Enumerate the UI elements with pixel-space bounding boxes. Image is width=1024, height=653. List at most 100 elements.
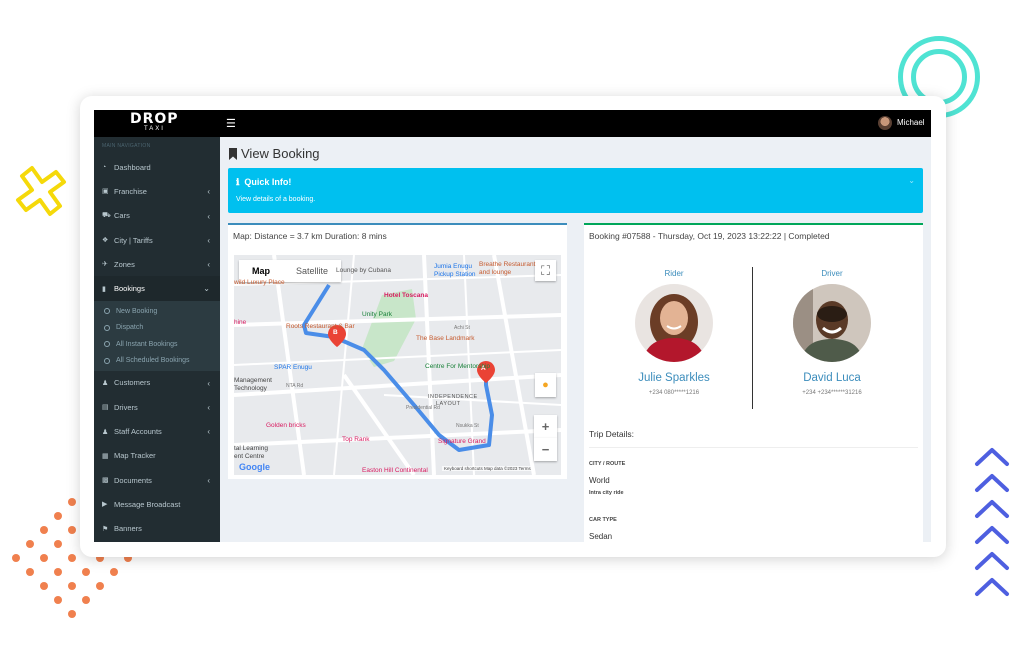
sidebar-item-message-broadcast[interactable]: ▶ Message Broadcast xyxy=(94,492,220,516)
bullhorn-icon: ▶ xyxy=(102,501,108,509)
zoom-out-button[interactable]: − xyxy=(534,438,557,461)
road-label: NTA Rd xyxy=(286,383,304,389)
sidebar-item-city-tariffs[interactable]: ❖ City | Tariffs ‹ xyxy=(94,228,220,252)
map-label: Jumia Enugu xyxy=(434,263,472,270)
user-name[interactable]: Michael xyxy=(897,118,925,127)
bookmark-icon xyxy=(229,147,237,160)
rider-card: Rider Julie Sparkles +234 080*****1216 xyxy=(604,269,744,396)
rider-role: Rider xyxy=(664,269,684,278)
chevron-down-icon: ⌄ xyxy=(203,284,210,294)
sidebar-item-documents[interactable]: ▩ Documents ‹ xyxy=(94,468,220,492)
map-icon: ▦ xyxy=(102,452,109,460)
submenu-item-dispatch[interactable]: Dispatch xyxy=(94,319,220,336)
page-title-text: View Booking xyxy=(241,146,320,161)
flag-icon: ⚑ xyxy=(102,525,109,533)
sidebar-header: MAIN NAVIGATION xyxy=(102,143,151,149)
callout-title-text: Quick Info! xyxy=(244,177,292,187)
main-content: View Booking ℹ Quick Info! View details … xyxy=(220,137,931,542)
sidebar-item-banners[interactable]: ⚑ Banners xyxy=(94,517,220,541)
chevron-left-icon: ‹ xyxy=(207,211,210,221)
submenu-item-instant-bookings[interactable]: All Instant Bookings xyxy=(94,336,220,353)
callout-title: ℹ Quick Info! xyxy=(236,177,291,188)
sidebar: MAIN NAVIGATION ◔ Dashboard ▣ Franchise … xyxy=(94,137,220,542)
briefcase-icon: ▣ xyxy=(102,188,109,196)
users-icon: ♟ xyxy=(102,379,109,387)
sidebar-item-staff-accounts[interactable]: ♟ Staff Accounts ‹ xyxy=(94,419,220,443)
sidebar-item-bookings[interactable]: ▮ Bookings ⌄ xyxy=(94,276,220,301)
folder-icon: ▩ xyxy=(102,477,109,485)
map-label: ent Centre xyxy=(234,453,265,460)
sidebar-item-franchise[interactable]: ▣ Franchise ‹ xyxy=(94,179,220,203)
user-avatar[interactable] xyxy=(878,116,892,130)
car-icon: ⛟ xyxy=(102,212,111,220)
decorative-cross-icon xyxy=(16,166,66,216)
driver-role: Driver xyxy=(821,269,843,278)
quick-info-callout: ℹ Quick Info! View details of a booking.… xyxy=(228,168,923,213)
map-label: Technology xyxy=(234,385,267,392)
chevron-left-icon: ‹ xyxy=(207,235,210,245)
marker-b-label[interactable]: B xyxy=(333,329,338,336)
stage: DROP TAXI ☰ Michael MAIN NAVIGATION ◔ Da… xyxy=(0,0,1024,653)
sidebar-item-label: Customers xyxy=(114,378,151,388)
rider-avatar xyxy=(635,284,713,362)
driver-card: Driver David Luca +234 +234******31216 xyxy=(762,269,902,396)
submenu-item-label: All Instant Bookings xyxy=(116,340,178,348)
map-label: Lounge by Cubana xyxy=(336,267,391,274)
submenu-item-label: Dispatch xyxy=(116,324,144,332)
tags-icon: ❖ xyxy=(102,237,109,245)
dashboard-icon: ◔ xyxy=(102,163,107,171)
map-label: Signature Grand xyxy=(438,438,486,445)
submenu-item-scheduled-bookings[interactable]: All Scheduled Bookings xyxy=(94,352,220,369)
submenu-item-label: New Booking xyxy=(116,307,158,315)
circle-icon xyxy=(104,357,110,364)
trip-details-title: Trip Details: xyxy=(589,429,635,439)
map-label: Easton Hill Continental xyxy=(362,467,428,474)
map-label: Management xyxy=(234,377,272,384)
sidebar-item-label: Dashboard xyxy=(114,162,151,172)
bookings-submenu: New Booking Dispatch All Instant Booking… xyxy=(94,300,220,371)
submenu-item-label: All Scheduled Bookings xyxy=(116,357,190,365)
fullscreen-icon[interactable]: ⛶ xyxy=(535,260,556,281)
road-label: Presidential Rd xyxy=(406,405,440,411)
booking-panel: Booking #07588 - Thursday, Oct 19, 2023 … xyxy=(584,223,923,542)
sidebar-item-label: Zones xyxy=(114,259,135,269)
callout-text: View details of a booking. xyxy=(236,196,316,203)
tab-satellite[interactable]: Satellite xyxy=(283,260,341,282)
sidebar-item-drivers[interactable]: ▤ Drivers ‹ xyxy=(94,395,220,419)
driver-name[interactable]: David Luca xyxy=(762,372,902,384)
driver-avatar xyxy=(793,284,871,362)
sidebar-item-label: Franchise xyxy=(114,186,147,196)
map-attribution[interactable]: Keyboard shortcuts Map data ©2023 Terms xyxy=(442,466,533,471)
logo[interactable]: DROP TAXI xyxy=(94,110,220,137)
map-label: Hotel Toscana xyxy=(384,292,428,299)
map-panel: Map: Distance = 3.7 km Duration: 8 mins xyxy=(228,223,567,479)
rider-phone: +234 080*****1216 xyxy=(648,390,700,396)
sidebar-item-label: Banners xyxy=(114,524,142,534)
pegman-icon[interactable]: ● xyxy=(535,373,556,397)
sidebar-item-zones[interactable]: ✈ Zones ‹ xyxy=(94,252,220,276)
map-label: Pickup Station xyxy=(434,271,476,278)
circle-icon xyxy=(104,341,110,348)
bookmark-icon: ▮ xyxy=(102,285,106,293)
zoom-in-button[interactable]: + xyxy=(534,415,557,438)
sidebar-item-map-tracker[interactable]: ▦ Map Tracker xyxy=(94,444,220,468)
city-route-label: CITY / ROUTE xyxy=(589,461,626,467)
map-panel-title: Map: Distance = 3.7 km Duration: 8 mins xyxy=(233,231,387,241)
sidebar-item-customers[interactable]: ♟ Customers ‹ xyxy=(94,371,220,395)
rider-name[interactable]: Julie Sparkles xyxy=(604,372,744,384)
top-navbar: DROP TAXI ☰ Michael xyxy=(94,110,931,137)
sidebar-item-label: Map Tracker xyxy=(114,451,156,461)
circle-icon xyxy=(104,308,110,315)
submenu-item-new-booking[interactable]: New Booking xyxy=(94,303,220,320)
map-label: Breathe Restaurant xyxy=(479,261,536,268)
sidebar-item-cars[interactable]: ⛟ Cars ‹ xyxy=(94,204,220,228)
map-label: Centre For Mentorship xyxy=(425,363,491,370)
sidebar-item-dashboard[interactable]: ◔ Dashboard xyxy=(94,155,220,179)
collapse-icon[interactable]: ⌄ xyxy=(908,176,915,185)
route-map[interactable]: A B Map Satellite ⛶ ● + − wild Luxury Pl… xyxy=(234,255,561,475)
map-label: Top Rank xyxy=(342,436,370,443)
sidebar-item-label: Drivers xyxy=(114,402,138,412)
app-screen: DROP TAXI ☰ Michael MAIN NAVIGATION ◔ Da… xyxy=(94,110,931,542)
decorative-chevrons-icon xyxy=(975,448,1009,596)
hamburger-icon[interactable]: ☰ xyxy=(226,117,236,130)
